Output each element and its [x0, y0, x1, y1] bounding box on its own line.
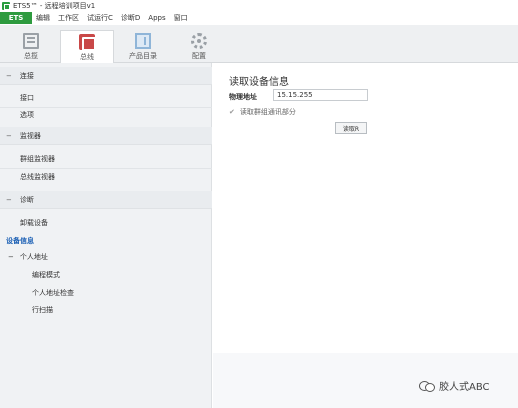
catalog-icon [135, 33, 151, 49]
menu-diagnostics[interactable]: 诊断D [117, 13, 144, 23]
sidebar-item-unload-device[interactable]: 卸载设备 [20, 216, 48, 230]
tree-personal-address-label: 个人地址 [19, 253, 48, 261]
tab-bus[interactable]: 总线 [60, 30, 114, 64]
tab-bus-label: 总线 [80, 53, 94, 61]
sidebar-item-group-monitor[interactable]: 群组监视器 [20, 152, 55, 166]
watermark-text: 胶人式ABC [439, 382, 490, 393]
collapse-icon: − [6, 131, 12, 140]
section-diagnostics-label: 诊断 [19, 195, 34, 204]
read-group-comm-label: 读取群组通讯部分 [239, 108, 296, 116]
menu-commissioning[interactable]: 试运行C [83, 13, 117, 23]
sidebar-item-options[interactable]: 选项 [20, 108, 34, 122]
watermark: 胶人式ABC [419, 378, 490, 393]
checkmark-icon: ✔ [229, 108, 235, 116]
section-diagnostics[interactable]: − 诊断 [0, 191, 212, 209]
tab-overview-label: 总揽 [24, 52, 38, 60]
tab-overview[interactable]: 总揽 [4, 30, 58, 63]
sidebar-item-interfaces[interactable]: 接口 [20, 91, 34, 105]
menu-bar: ETS 编辑 工作区 试运行C 诊断D Apps 窗口 [0, 12, 518, 24]
section-connection[interactable]: − 连接 [0, 67, 212, 85]
collapse-icon: − [8, 253, 14, 261]
menu-edit[interactable]: 编辑 [32, 13, 54, 23]
tree-item-line-scan[interactable]: 行扫描 [32, 303, 53, 317]
physical-address-field[interactable] [273, 89, 368, 101]
tree-item-address-check[interactable]: 个人地址检查 [32, 286, 74, 300]
physical-address-label: 物理地址 [229, 93, 257, 101]
menu-apps[interactable]: Apps [144, 14, 169, 22]
wechat-icon [419, 380, 435, 392]
page-title: 读取设备信息 [229, 77, 289, 88]
tab-settings-label: 配置 [192, 52, 206, 60]
section-connection-label: 连接 [19, 71, 34, 80]
section-monitor[interactable]: − 监视器 [0, 127, 212, 145]
menu-ets[interactable]: ETS [0, 12, 32, 24]
sidebar-item-device-info[interactable]: 设备信息 [6, 234, 34, 248]
overview-icon [23, 33, 39, 49]
gear-icon [191, 33, 207, 49]
divider [0, 168, 212, 169]
tree-item-programming-mode[interactable]: 编程模式 [32, 268, 60, 282]
menu-window[interactable]: 窗口 [170, 13, 192, 23]
read-button[interactable]: 读取R [335, 122, 367, 134]
bus-icon [79, 34, 96, 51]
collapse-icon: − [6, 195, 12, 204]
sidebar: − 连接 接口 选项 − 监视器 群组监视器 总线监视器 − 诊断 卸载设备 设… [0, 63, 212, 408]
menu-workspace[interactable]: 工作区 [54, 13, 83, 23]
title-bar: ETS5™ - 远程培训项目v1 [0, 0, 518, 12]
collapse-icon: − [6, 71, 12, 80]
ets-app-icon [2, 2, 10, 10]
tree-personal-address[interactable]: − 个人地址 [8, 250, 48, 264]
window-title: ETS5™ - 远程培训项目v1 [13, 2, 96, 10]
tab-settings[interactable]: 配置 [172, 30, 226, 63]
main-panel: 读取设备信息 物理地址 ✔ 读取群组通讯部分 读取R [213, 63, 518, 408]
read-group-comm-checkbox[interactable]: ✔ 读取群组通讯部分 [229, 107, 296, 117]
tab-catalog-label: 产品目录 [129, 52, 157, 60]
section-monitor-label: 监视器 [19, 131, 41, 140]
ribbon: 总揽 总线 产品目录 配置 [0, 25, 518, 64]
sidebar-item-bus-monitor[interactable]: 总线监视器 [20, 170, 55, 184]
tab-catalog[interactable]: 产品目录 [116, 30, 170, 63]
